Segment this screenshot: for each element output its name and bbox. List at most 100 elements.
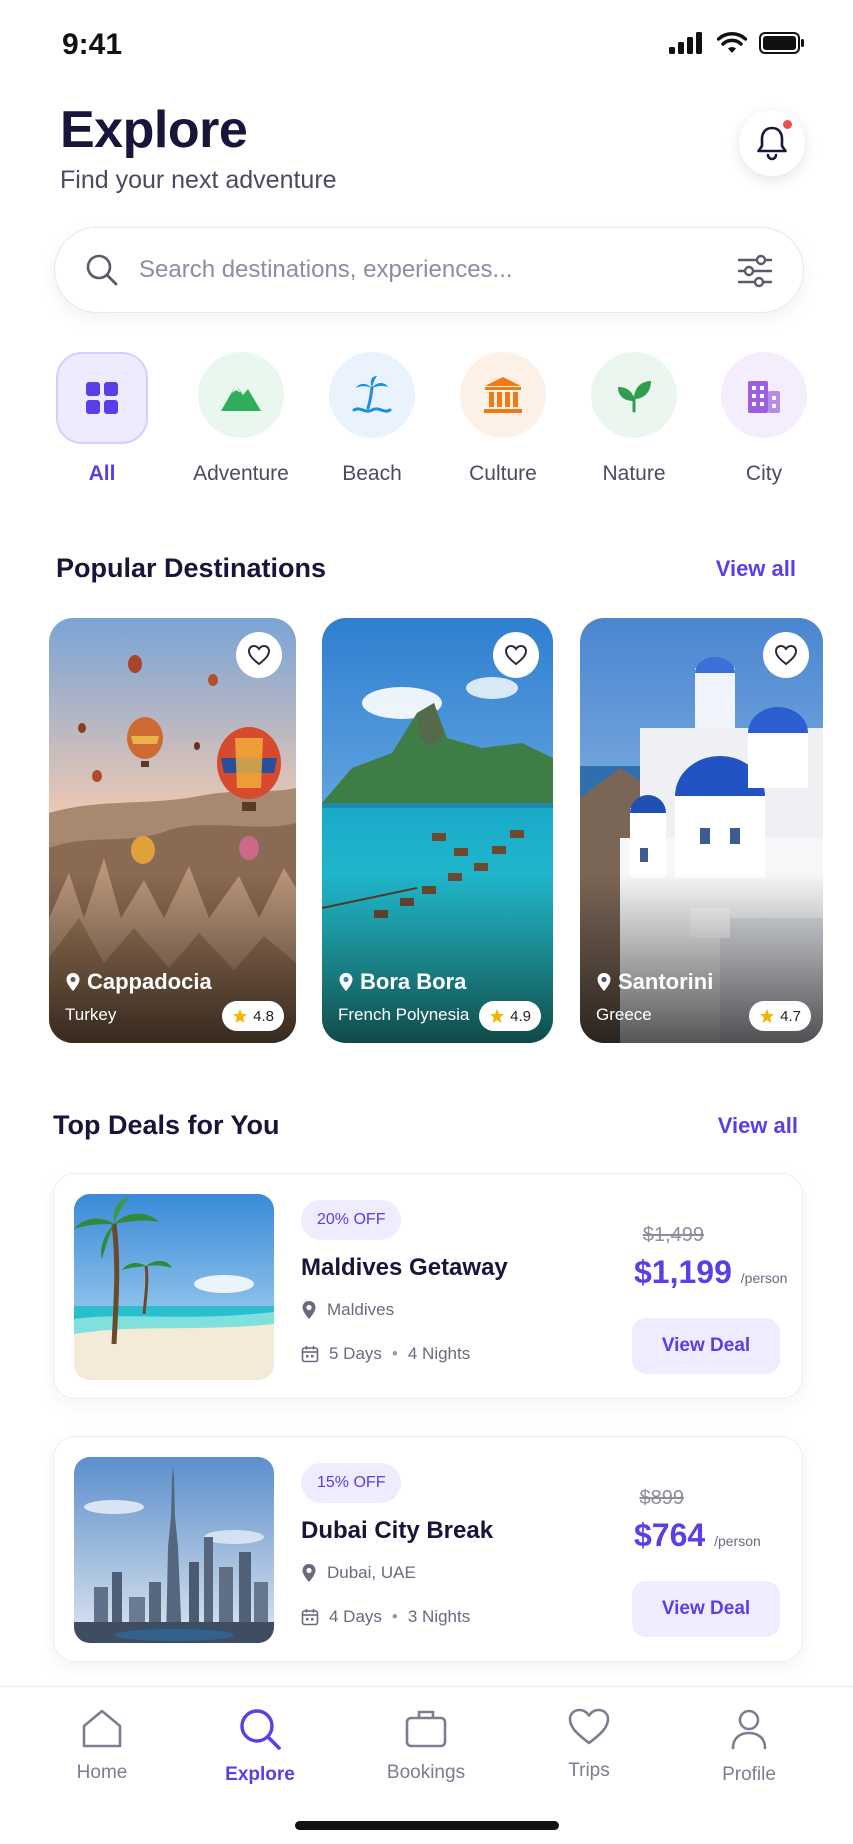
category-nature[interactable]: Nature (574, 352, 694, 486)
separator-dot: • (391, 1607, 398, 1626)
nav-label: Bookings (386, 1762, 466, 1783)
palm-tree-icon (352, 376, 392, 413)
separator-dot: • (391, 1344, 398, 1363)
status-time: 9:41 (62, 28, 123, 61)
grid-icon (86, 382, 118, 414)
price-unit: /person (714, 1533, 761, 1549)
deal-price: $1,199 /person (634, 1254, 787, 1291)
popular-section-header: Popular Destinations View all (56, 553, 796, 584)
category-culture-tile (460, 352, 546, 438)
battery-icon (759, 32, 804, 54)
deal-location-text: Dubai, UAE (327, 1563, 416, 1582)
popular-view-all-link[interactable]: View all (716, 556, 796, 582)
category-beach[interactable]: Beach (312, 352, 432, 486)
dubai-image (74, 1457, 274, 1643)
favorite-button[interactable] (493, 632, 539, 678)
header: Explore Find your next adventure (60, 100, 337, 195)
notifications-button[interactable] (739, 110, 805, 176)
deal-nights: 4 Nights (407, 1344, 471, 1363)
favorite-button[interactable] (236, 632, 282, 678)
search-bar[interactable] (54, 227, 804, 313)
deal-price-value: $1,199 (634, 1254, 732, 1290)
category-city[interactable]: City (704, 352, 824, 486)
location-pin-icon (339, 973, 353, 991)
maldives-image (74, 1194, 274, 1380)
home-icon (82, 1709, 122, 1748)
favorite-button[interactable] (763, 632, 809, 678)
nav-home[interactable]: Home (42, 1707, 162, 1784)
deal-location: Maldives (301, 1300, 394, 1320)
nav-explore[interactable]: Explore (200, 1707, 320, 1786)
destination-country: Greece (596, 1005, 652, 1024)
location-pin-icon (66, 973, 80, 991)
original-price: $1,499 (642, 1224, 704, 1246)
deals-view-all-link[interactable]: View all (718, 1113, 798, 1139)
star-icon (233, 1009, 248, 1023)
deal-location: Dubai, UAE (301, 1563, 416, 1583)
category-label: Adventure (193, 462, 289, 485)
leaf-icon (618, 381, 651, 413)
star-icon (490, 1009, 505, 1023)
location-pin-icon (302, 1301, 316, 1319)
deals-title: Top Deals for You (53, 1110, 280, 1140)
deal-card-dubai[interactable]: 15% OFF Dubai City Break Dubai, UAE 4 Da… (53, 1436, 803, 1662)
destination-name: Santorini (596, 969, 713, 995)
category-label: City (745, 462, 783, 485)
rating-value: 4.9 (510, 1007, 531, 1025)
destination-card-bora-bora[interactable]: Bora Bora French Polynesia 4.9 (322, 618, 553, 1043)
view-deal-button[interactable]: View Deal (632, 1318, 780, 1374)
nav-trips[interactable]: Trips (529, 1707, 649, 1782)
category-beach-tile (329, 352, 415, 438)
destination-name-text: Cappadocia (87, 969, 212, 994)
status-bar: 9:41 (0, 0, 853, 92)
deal-card-maldives[interactable]: 20% OFF Maldives Getaway Maldives 5 Days… (53, 1173, 803, 1399)
nav-label: Trips (568, 1760, 610, 1781)
category-label: Beach (342, 462, 402, 485)
user-icon (731, 1709, 767, 1750)
destination-name-text: Bora Bora (360, 969, 467, 994)
briefcase-icon (405, 1710, 447, 1748)
nav-profile[interactable]: Profile (689, 1707, 809, 1786)
destination-card-santorini[interactable]: Santorini Greece 4.7 (580, 618, 823, 1043)
location-pin-icon (302, 1564, 316, 1582)
deal-title: Maldives Getaway (301, 1254, 508, 1281)
destination-country: French Polynesia (338, 1005, 470, 1024)
search-input[interactable] (139, 256, 699, 284)
bottom-nav: Home Explore Bookings Trips Profile (0, 1686, 853, 1844)
heart-icon (247, 644, 271, 666)
view-deal-button[interactable]: View Deal (632, 1581, 780, 1637)
category-label: Culture (469, 462, 537, 485)
deal-price-value: $764 (634, 1517, 706, 1553)
search-icon (86, 254, 118, 286)
deals-section-header: Top Deals for You View all (53, 1110, 798, 1141)
location-pin-icon (597, 973, 611, 991)
wifi-icon (717, 32, 747, 53)
destination-country: Turkey (65, 1005, 117, 1024)
rating-value: 4.7 (780, 1007, 801, 1025)
category-all-tile (56, 352, 148, 444)
category-adventure[interactable]: Adventure (181, 352, 301, 486)
page-title: Explore (60, 101, 248, 159)
notification-dot (781, 118, 794, 131)
filter-icon[interactable] (737, 253, 773, 289)
deal-nights: 3 Nights (407, 1607, 471, 1626)
destination-card-cappadocia[interactable]: Cappadocia Turkey 4.8 (49, 618, 296, 1043)
museum-icon (484, 377, 522, 413)
destination-name: Bora Bora (338, 969, 466, 995)
building-icon (748, 381, 780, 413)
nav-label: Explore (225, 1764, 295, 1785)
category-all[interactable]: All (42, 352, 162, 486)
dubai-photo (74, 1457, 274, 1643)
nav-bookings[interactable]: Bookings (366, 1707, 486, 1784)
nav-label: Home (76, 1762, 128, 1783)
category-culture[interactable]: Culture (443, 352, 563, 486)
deal-duration: 5 Days • 4 Nights (301, 1344, 470, 1364)
original-price: $899 (639, 1487, 685, 1509)
star-icon (760, 1009, 775, 1023)
category-row: All Adventure Beach Culture Nature City (54, 352, 814, 485)
discount-badge: 20% OFF (301, 1200, 402, 1240)
home-indicator[interactable] (295, 1821, 559, 1830)
deal-title: Dubai City Break (301, 1517, 494, 1544)
search-icon (240, 1709, 281, 1750)
mountain-icon (221, 385, 261, 411)
